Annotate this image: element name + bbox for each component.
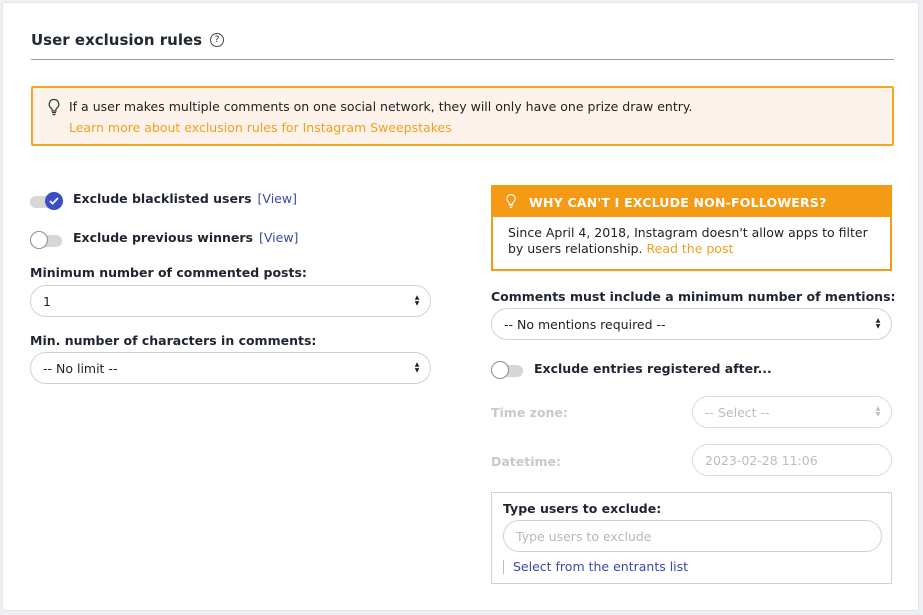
timezone-select[interactable]: -- Select -- ▲ ▼ bbox=[692, 396, 892, 428]
blacklist-label: Exclude blacklisted users bbox=[73, 191, 252, 206]
registered-after-label: Exclude entries registered after... bbox=[534, 361, 772, 376]
mentions-value: -- No mentions required -- bbox=[504, 316, 666, 332]
previous-winners-toggle[interactable] bbox=[30, 231, 62, 249]
min-chars-value: -- No limit -- bbox=[43, 360, 118, 376]
select-caret-icon: ▲ ▼ bbox=[875, 405, 881, 418]
lightbulb-icon bbox=[506, 194, 516, 209]
read-post-link[interactable]: Read the post bbox=[647, 241, 734, 256]
warning-body: Since April 4, 2018, Instagram doesn't a… bbox=[493, 217, 890, 257]
select-caret-icon: ▲ ▼ bbox=[414, 361, 420, 374]
min-chars-select[interactable]: -- No limit -- ▲ ▼ bbox=[30, 352, 431, 384]
toggle-knob bbox=[30, 231, 48, 249]
min-posts-select[interactable]: 1 ▲ ▼ bbox=[30, 285, 431, 317]
exclude-users-input[interactable] bbox=[503, 520, 882, 552]
check-icon bbox=[45, 192, 63, 210]
registered-after-toggle[interactable] bbox=[491, 361, 523, 379]
info-text: If a user makes multiple comments on one… bbox=[69, 99, 693, 114]
min-posts-label: Minimum number of commented posts: bbox=[30, 265, 307, 280]
previous-winners-view-link[interactable]: [View] bbox=[259, 230, 298, 245]
warning-title: WHY CAN'T I EXCLUDE NON-FOLLOWERS? bbox=[529, 194, 827, 210]
info-banner: If a user makes multiple comments on one… bbox=[31, 86, 894, 146]
blacklist-toggle[interactable] bbox=[30, 192, 63, 210]
non-followers-warning: WHY CAN'T I EXCLUDE NON-FOLLOWERS? Since… bbox=[491, 185, 892, 271]
mentions-label: Comments must include a minimum number o… bbox=[491, 289, 896, 304]
lightbulb-icon bbox=[48, 98, 60, 116]
min-chars-label: Min. number of characters in comments: bbox=[30, 333, 317, 348]
mentions-select[interactable]: -- No mentions required -- ▲ ▼ bbox=[491, 308, 892, 340]
toggle-knob bbox=[491, 361, 509, 379]
exclude-users-panel: Type users to exclude: Select from the e… bbox=[491, 492, 892, 584]
timezone-label: Time zone: bbox=[491, 405, 568, 420]
section-header: User exclusion rules ? bbox=[31, 31, 225, 49]
exclude-users-title: Type users to exclude: bbox=[503, 501, 662, 516]
previous-winners-label: Exclude previous winners bbox=[73, 230, 253, 245]
select-caret-icon: ▲ ▼ bbox=[875, 317, 881, 330]
exclusion-rules-link[interactable]: Learn more about exclusion rules for Ins… bbox=[69, 120, 452, 135]
select-caret-icon: ▲ ▼ bbox=[414, 294, 420, 307]
previous-winners-row: Exclude previous winners [View] bbox=[73, 230, 298, 245]
blacklist-row: Exclude blacklisted users [View] bbox=[73, 191, 297, 206]
datetime-label: Datetime: bbox=[491, 454, 562, 469]
warning-header: WHY CAN'T I EXCLUDE NON-FOLLOWERS? bbox=[493, 187, 890, 217]
select-entrants-link[interactable]: Select from the entrants list bbox=[503, 560, 688, 574]
datetime-value: 2023-02-28 11:06 bbox=[705, 452, 818, 468]
title-divider bbox=[31, 59, 894, 60]
exclusion-rules-card: User exclusion rules ? If a user makes m… bbox=[2, 2, 919, 611]
min-posts-value: 1 bbox=[43, 293, 51, 309]
timezone-value: -- Select -- bbox=[705, 404, 770, 420]
datetime-input[interactable]: 2023-02-28 11:06 bbox=[692, 444, 892, 476]
blacklist-view-link[interactable]: [View] bbox=[258, 191, 297, 206]
section-title: User exclusion rules bbox=[31, 31, 203, 49]
help-icon[interactable]: ? bbox=[210, 33, 225, 47]
